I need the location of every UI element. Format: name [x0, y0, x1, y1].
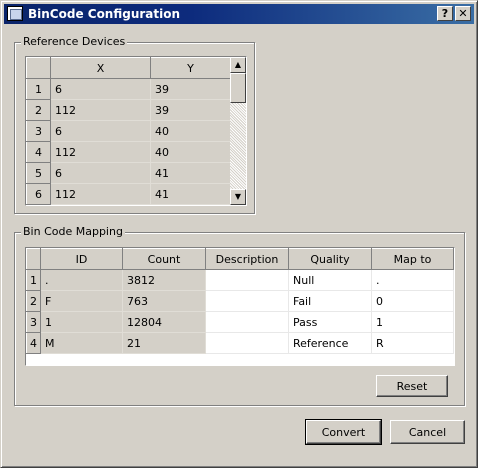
window-title: BinCode Configuration	[28, 7, 181, 21]
row-header[interactable]: 2	[26, 99, 51, 121]
cell-y[interactable]: 39	[150, 78, 231, 100]
bincode-configuration-dialog: BinCode Configuration ? ✕ Reference Devi…	[0, 0, 478, 468]
convert-button[interactable]: Convert	[305, 419, 382, 445]
cancel-button[interactable]: Cancel	[390, 420, 465, 444]
cell-y[interactable]: 40	[150, 120, 231, 142]
row-header[interactable]: 2	[26, 290, 41, 312]
reference-devices-group: Reference Devices X Y 1 6 39 2 112 39 3 6 40 4 112…	[14, 35, 255, 214]
cell-y[interactable]: 41	[150, 183, 231, 205]
scroll-up-arrow-icon[interactable]: ▲	[230, 57, 246, 73]
cell-x[interactable]: 112	[50, 99, 151, 121]
title-bar[interactable]: BinCode Configuration ? ✕	[4, 4, 474, 24]
cell-map-to[interactable]: 1	[371, 311, 454, 333]
table-row[interactable]: 6 112 41	[26, 183, 231, 205]
reference-devices-table: X Y 1 6 39 2 112 39 3 6 40 4 112 40 5 6 41 6 112 41	[26, 57, 231, 205]
cell-id[interactable]: F	[40, 290, 123, 312]
column-header-quality[interactable]: Quality	[288, 248, 372, 270]
table-row[interactable]: 3 6 40	[26, 120, 231, 142]
table-row[interactable]: 5 6 41	[26, 162, 231, 184]
table-row[interactable]: 4 112 40	[26, 141, 231, 163]
bin-code-mapping-table: ID Count Description Quality Map to 1. 38…	[26, 248, 454, 354]
column-header-map-to[interactable]: Map to	[371, 248, 454, 270]
bin-code-mapping-group: Bin Code Mapping ID Count Description Qu…	[14, 225, 465, 406]
column-header-description[interactable]: Description	[205, 248, 289, 270]
row-header[interactable]: 6	[26, 183, 51, 205]
scroll-down-arrow-icon[interactable]: ▼	[230, 189, 246, 205]
row-header[interactable]: 3	[26, 120, 51, 142]
grid-corner[interactable]	[26, 248, 41, 270]
cell-y[interactable]: 41	[150, 162, 231, 184]
bin-code-mapping-grid[interactable]: ID Count Description Quality Map to 1. 38…	[25, 247, 455, 366]
reset-button[interactable]: Reset	[376, 375, 448, 397]
cell-map-to[interactable]: .	[371, 269, 454, 291]
cell-quality[interactable]: Reference	[288, 332, 372, 354]
cell-quality[interactable]: Pass	[288, 311, 372, 333]
table-row[interactable]: 1. 3812 Null.	[26, 269, 454, 291]
grid-corner[interactable]	[26, 57, 51, 79]
cell-x[interactable]: 112	[50, 183, 151, 205]
table-row[interactable]: 2 F 763 Fail 0	[26, 290, 454, 312]
table-row[interactable]: 3 1 12804 Pass 1	[26, 311, 454, 333]
row-header[interactable]: 1	[26, 78, 51, 100]
table-row[interactable]: 4 M 21 Reference R	[26, 332, 454, 354]
cell-count[interactable]: 21	[122, 332, 206, 354]
row-header[interactable]: 3	[26, 311, 41, 333]
cell-map-to[interactable]: 0	[371, 290, 454, 312]
cell-quality[interactable]: Fail	[288, 290, 372, 312]
cell-description[interactable]	[205, 269, 289, 291]
column-header-y[interactable]: Y	[150, 57, 231, 79]
row-header[interactable]: 1	[26, 269, 41, 291]
cell-description[interactable]	[205, 311, 289, 333]
reference-devices-grid[interactable]: X Y 1 6 39 2 112 39 3 6 40 4 112 40 5 6 41 6 112 41 ▲ ▼	[25, 56, 247, 206]
cell-x[interactable]: 6	[50, 78, 151, 100]
reference-devices-scrollbar[interactable]: ▲ ▼	[230, 57, 246, 205]
reference-devices-label: Reference Devices	[21, 35, 128, 49]
cell-description[interactable]	[205, 290, 289, 312]
cell-x[interactable]: 6	[50, 120, 151, 142]
close-button[interactable]: ✕	[455, 6, 471, 21]
cell-x[interactable]: 6	[50, 162, 151, 184]
cell-id[interactable]: M	[40, 332, 123, 354]
help-button[interactable]: ?	[437, 6, 453, 21]
column-header-x[interactable]: X	[50, 57, 151, 79]
cell-y[interactable]: 40	[150, 141, 231, 163]
cell-map-to[interactable]: R	[371, 332, 454, 354]
column-header-id[interactable]: ID	[40, 248, 123, 270]
cell-id[interactable]: 1	[40, 311, 123, 333]
window-icon	[7, 6, 23, 21]
cell-y[interactable]: 39	[150, 99, 231, 121]
cell-count[interactable]: 763	[122, 290, 206, 312]
cell-description[interactable]	[205, 332, 289, 354]
table-row[interactable]: 1 6 39	[26, 78, 231, 100]
cell-x[interactable]: 112	[50, 141, 151, 163]
bin-code-mapping-label: Bin Code Mapping	[21, 225, 125, 239]
cell-quality[interactable]: Null	[288, 269, 372, 291]
scroll-thumb[interactable]	[230, 73, 246, 103]
column-header-count[interactable]: Count	[122, 248, 206, 270]
table-row[interactable]: 2 112 39	[26, 99, 231, 121]
row-header[interactable]: 5	[26, 162, 51, 184]
cell-id[interactable]: .	[40, 269, 123, 291]
cell-count[interactable]: 3812	[122, 269, 206, 291]
row-header[interactable]: 4	[26, 141, 51, 163]
cell-count[interactable]: 12804	[122, 311, 206, 333]
row-header[interactable]: 4	[26, 332, 41, 354]
